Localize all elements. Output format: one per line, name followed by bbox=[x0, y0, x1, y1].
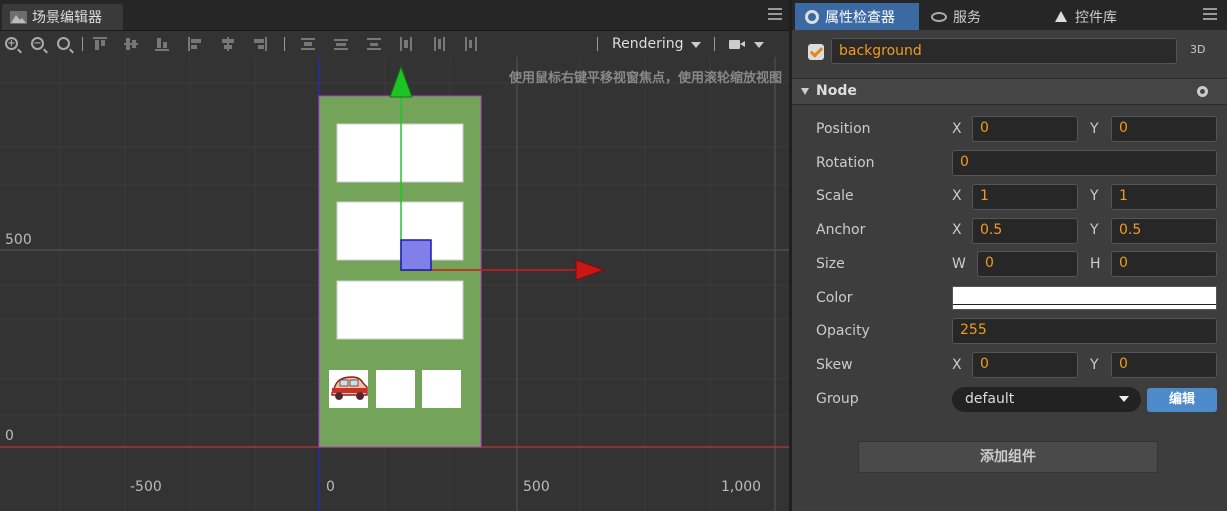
color-label: Color bbox=[816, 290, 853, 306]
tab-inspector[interactable]: 属性检查器 bbox=[795, 3, 919, 30]
gizmo-y-arrow[interactable] bbox=[389, 65, 413, 98]
empty-tile-1[interactable] bbox=[376, 370, 415, 408]
empty-tile-2[interactable] bbox=[422, 370, 461, 408]
group-label: Group bbox=[816, 391, 859, 407]
rendering-dropdown[interactable]: Rendering bbox=[612, 36, 684, 52]
scene-content bbox=[318, 65, 606, 448]
inspector-panel: 属性检查器 服务 控件库 background 3D Node Position… bbox=[792, 0, 1227, 511]
toolbar-divider bbox=[714, 37, 715, 51]
gear-icon bbox=[805, 9, 819, 24]
toolbar-divider bbox=[82, 37, 83, 51]
collapse-arrow-icon[interactable] bbox=[801, 88, 809, 95]
zoom-reset-icon[interactable] bbox=[57, 37, 70, 50]
group-select-value: default bbox=[965, 391, 1015, 407]
scene-editor-panel: 场景编辑器 + − Rendering 使用鼠标右键平移视窗焦点，使用滚轮缩放视… bbox=[0, 0, 789, 511]
size-label: Size bbox=[816, 256, 845, 272]
align-bottom-icon[interactable] bbox=[154, 36, 170, 52]
gizmo-center-handle[interactable] bbox=[400, 239, 432, 271]
skew-y-input[interactable]: 0 bbox=[1111, 352, 1217, 378]
zoom-out-icon[interactable]: − bbox=[31, 37, 44, 50]
skew-y-letter: Y bbox=[1090, 357, 1099, 373]
tab-scene-editor[interactable]: 场景编辑器 bbox=[2, 4, 123, 30]
size-h-letter: H bbox=[1090, 256, 1101, 272]
chevron-down-icon bbox=[1119, 396, 1129, 402]
scale-x-letter: X bbox=[952, 188, 962, 204]
white-panel-3[interactable] bbox=[336, 280, 464, 340]
align-vcenter-icon[interactable] bbox=[123, 36, 139, 52]
anchor-x-letter: X bbox=[952, 222, 962, 238]
inspector-menu-icon[interactable] bbox=[1203, 8, 1217, 20]
group-select[interactable]: default bbox=[952, 387, 1141, 412]
tab-scene-editor-label: 场景编辑器 bbox=[32, 10, 102, 26]
color-swatch[interactable] bbox=[952, 286, 1217, 310]
camera-dropdown-arrow-icon[interactable] bbox=[754, 42, 764, 48]
opacity-label: Opacity bbox=[816, 323, 870, 339]
size-h-input[interactable]: 0 bbox=[1111, 251, 1217, 277]
toolbar-divider bbox=[597, 37, 598, 51]
scale-label: Scale bbox=[816, 188, 854, 204]
tab-services[interactable]: 服务 bbox=[931, 3, 981, 30]
size-w-input[interactable]: 0 bbox=[977, 251, 1078, 277]
skew-x-input[interactable]: 0 bbox=[972, 352, 1078, 378]
anchor-label: Anchor bbox=[816, 222, 866, 238]
eye-icon bbox=[931, 11, 947, 22]
gizmo-x-arrow[interactable] bbox=[575, 259, 606, 281]
inspector-tabbar: 属性检查器 服务 控件库 bbox=[792, 0, 1227, 30]
position-y-letter: Y bbox=[1090, 121, 1099, 137]
tab-services-label: 服务 bbox=[953, 9, 981, 26]
rendering-dropdown-arrow-icon[interactable] bbox=[691, 42, 701, 48]
position-x-input[interactable]: 0 bbox=[972, 116, 1078, 142]
scale-x-input[interactable]: 1 bbox=[972, 184, 1078, 210]
zoom-in-icon[interactable]: + bbox=[5, 37, 18, 50]
rotation-input[interactable]: 0 bbox=[952, 150, 1217, 176]
align-hcenter-icon[interactable] bbox=[220, 36, 236, 52]
scene-viewport[interactable]: 使用鼠标右键平移视窗焦点，使用滚轮缩放视图 500 0 -500 0 500 1… bbox=[0, 57, 789, 511]
node-section-header[interactable]: Node bbox=[792, 78, 1227, 105]
section-settings-gear-icon[interactable] bbox=[1197, 86, 1208, 97]
position-label: Position bbox=[816, 121, 871, 137]
tab-inspector-label: 属性检查器 bbox=[825, 9, 895, 26]
anchor-y-input[interactable]: 0.5 bbox=[1111, 218, 1217, 244]
tab-widgets[interactable]: 控件库 bbox=[1055, 3, 1117, 30]
position-y-input[interactable]: 0 bbox=[1111, 116, 1217, 142]
skew-x-letter: X bbox=[952, 357, 962, 373]
distribute-top-icon[interactable] bbox=[300, 36, 316, 52]
white-panel-2[interactable] bbox=[336, 201, 464, 261]
scale-y-input[interactable]: 1 bbox=[1111, 184, 1217, 210]
node-active-checkbox[interactable] bbox=[808, 44, 824, 60]
opacity-input[interactable]: 255 bbox=[952, 318, 1217, 344]
node-name-input[interactable]: background bbox=[831, 38, 1177, 64]
scene-toolbar: + − Rendering bbox=[0, 31, 789, 58]
add-component-button[interactable]: 添加组件 bbox=[858, 441, 1158, 473]
rotation-label: Rotation bbox=[816, 155, 875, 171]
white-panel-1[interactable] bbox=[336, 123, 464, 183]
anchor-x-input[interactable]: 0.5 bbox=[972, 218, 1078, 244]
scene-panel-menu-icon[interactable] bbox=[768, 8, 782, 20]
scene-icon bbox=[10, 10, 27, 24]
group-edit-button[interactable]: 编辑 bbox=[1147, 388, 1217, 412]
align-top-icon[interactable] bbox=[92, 36, 108, 52]
align-left-icon[interactable] bbox=[187, 36, 203, 52]
distribute-left-icon[interactable] bbox=[398, 36, 414, 52]
anchor-y-letter: Y bbox=[1090, 222, 1099, 238]
camera-icon[interactable] bbox=[729, 40, 745, 49]
distribute-hcenter-icon[interactable] bbox=[431, 36, 447, 52]
distribute-vcenter-icon[interactable] bbox=[333, 36, 349, 52]
tab-widgets-label: 控件库 bbox=[1075, 9, 1117, 26]
distribute-bottom-icon[interactable] bbox=[366, 36, 382, 52]
align-right-icon[interactable] bbox=[252, 36, 268, 52]
toolbar-divider bbox=[284, 37, 285, 51]
skew-label: Skew bbox=[816, 357, 853, 373]
node-section-title: Node bbox=[816, 83, 857, 99]
position-x-letter: X bbox=[952, 121, 962, 137]
toggle-3d[interactable]: 3D bbox=[1190, 43, 1205, 56]
triangle-icon bbox=[1055, 11, 1067, 22]
distribute-right-icon[interactable] bbox=[463, 36, 479, 52]
scale-y-letter: Y bbox=[1090, 188, 1099, 204]
size-w-letter: W bbox=[952, 256, 966, 272]
scene-tabbar: 场景编辑器 bbox=[0, 0, 789, 31]
